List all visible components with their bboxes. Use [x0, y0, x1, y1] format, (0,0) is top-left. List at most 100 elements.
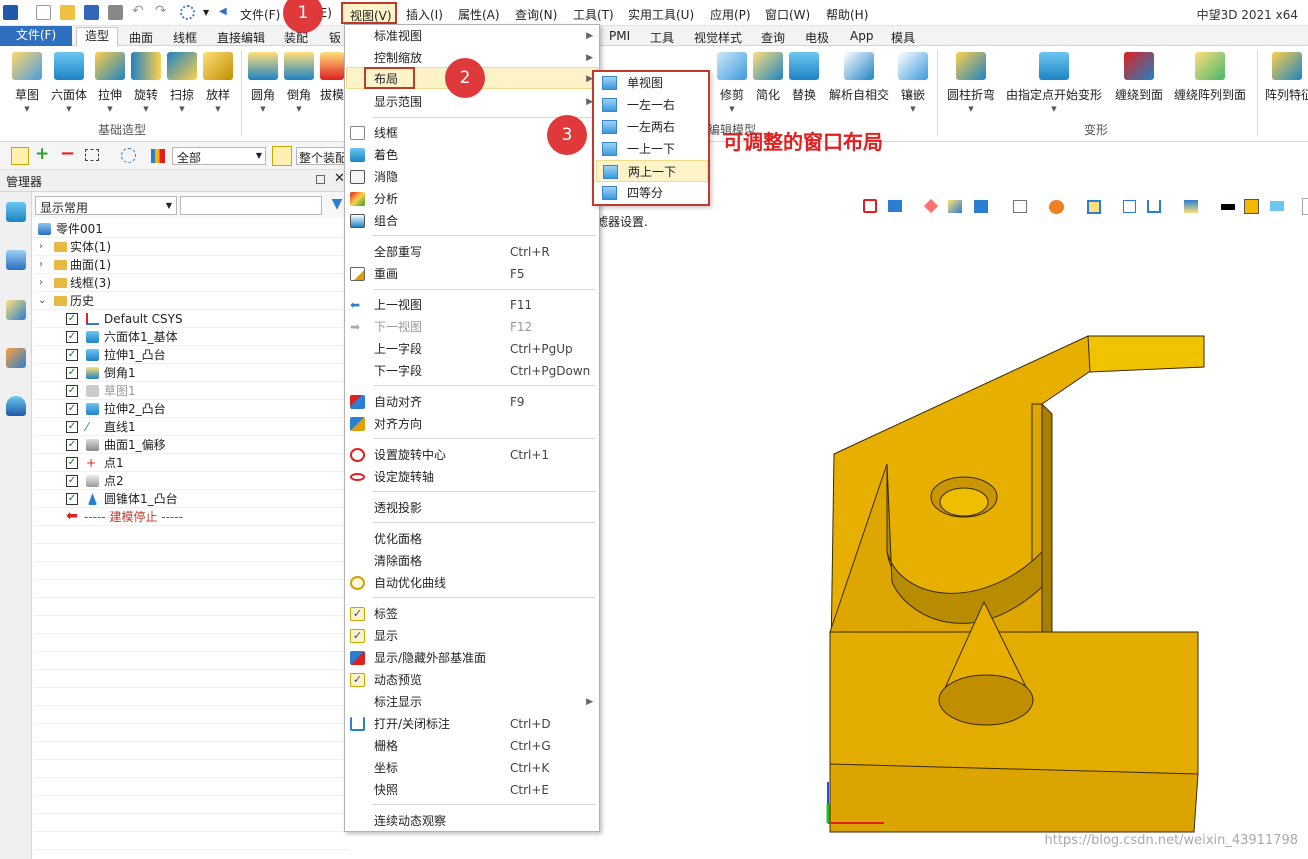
wire-cube-icon[interactable]: [1013, 200, 1027, 213]
visibility-checkbox[interactable]: ✓: [66, 421, 78, 433]
render-cube-icon[interactable]: [974, 200, 988, 213]
user-manager-icon[interactable]: [6, 396, 26, 416]
menu-query[interactable]: 查询(N): [515, 6, 557, 23]
visibility-checkbox[interactable]: ✓: [66, 367, 78, 379]
menu-item-next-view[interactable]: ➡ 下一视图 F12: [345, 316, 599, 338]
collapse-icon[interactable]: ⌄: [38, 292, 48, 310]
tree-item-box1[interactable]: ✓ 六面体1_基体: [34, 328, 350, 346]
visibility-checkbox[interactable]: ✓: [66, 493, 78, 505]
draft-button[interactable]: 拔模: [320, 52, 344, 103]
tree-item-wireframe[interactable]: › 线框(3): [34, 274, 350, 292]
menu-apps[interactable]: 应用(P): [710, 6, 751, 23]
visibility-checkbox[interactable]: ✓: [66, 475, 78, 487]
tree-item-offset1[interactable]: ✓ 曲面1_偏移: [34, 436, 350, 454]
line-color-icon[interactable]: [1221, 204, 1235, 210]
print-icon[interactable]: [108, 5, 123, 20]
tree-item-stop-marker[interactable]: ⬅ ----- 建模停止 -----: [34, 508, 350, 526]
face-color-icon[interactable]: [1244, 199, 1259, 214]
tab-wireframe[interactable]: 线框: [173, 29, 197, 46]
add-icon[interactable]: +: [35, 144, 49, 164]
extrude-button[interactable]: 拉伸 ▼: [95, 52, 125, 113]
remove-icon[interactable]: −: [60, 143, 75, 164]
trim-button[interactable]: 修剪 ▼: [717, 52, 747, 113]
visibility-checkbox[interactable]: ✓: [66, 331, 78, 343]
menu-item-auto-optimize-curve[interactable]: 自动优化曲线: [345, 572, 599, 594]
more-dropdown-icon[interactable]: ▼: [203, 8, 218, 23]
tab-modeling[interactable]: 造型: [76, 27, 118, 46]
tree-item-extrude1[interactable]: ✓ 拉伸1_凸台: [34, 346, 350, 364]
tree-item-history[interactable]: ⌄ 历史: [34, 292, 350, 310]
shade-cube-icon[interactable]: [948, 200, 962, 213]
chamfer-button[interactable]: 倒角 ▼: [284, 52, 314, 113]
new-file-icon[interactable]: [36, 5, 51, 20]
menu-item-repaint[interactable]: 重画 F5: [345, 263, 599, 285]
open-folder-icon[interactable]: [60, 5, 75, 20]
fillet-button[interactable]: 圆角 ▼: [248, 52, 278, 113]
visibility-checkbox[interactable]: ✓: [66, 313, 78, 325]
layout-single[interactable]: 单视图: [596, 72, 708, 94]
menu-item-optimize-mesh[interactable]: 优化面格: [345, 528, 599, 550]
selection-filter-combo[interactable]: 全部 ▼: [172, 147, 266, 165]
revolve-button[interactable]: 旋转 ▼: [131, 52, 161, 113]
cylinder-bend-button[interactable]: 圆柱折弯 ▼: [944, 52, 998, 113]
menu-scroll-left-icon[interactable]: ◀: [219, 6, 234, 21]
menu-item-continuous-orbit[interactable]: 连续动态观察: [345, 810, 599, 832]
menu-view[interactable]: 视图(V): [341, 2, 397, 24]
fit-icon[interactable]: [1087, 200, 1101, 214]
select-arrow-icon[interactable]: [11, 147, 29, 165]
menu-item-annotation-display[interactable]: 标注显示 ▶: [345, 691, 599, 713]
menu-item-display[interactable]: ✓ 显示: [345, 625, 599, 647]
box-select-icon[interactable]: [85, 149, 99, 161]
menu-item-align-direction[interactable]: 对齐方向: [345, 413, 599, 435]
menu-item-toggle-annotation[interactable]: 打开/关闭标注 Ctrl+D: [345, 713, 599, 735]
menu-utilities[interactable]: 实用工具(U): [628, 6, 694, 23]
tab-pmi[interactable]: PMI: [609, 29, 630, 43]
layer-icon[interactable]: [1184, 200, 1198, 213]
save-icon[interactable]: [84, 5, 99, 20]
tab-tools[interactable]: 工具: [650, 29, 674, 46]
layout-left-right[interactable]: 一左一右: [596, 94, 708, 116]
visibility-checkbox[interactable]: ✓: [66, 349, 78, 361]
menu-item-auto-align[interactable]: 自动对齐 F9: [345, 391, 599, 413]
history-manager-icon[interactable]: [6, 202, 26, 222]
menu-item-analysis[interactable]: 分析: [345, 188, 599, 210]
menu-help[interactable]: 帮助(H): [826, 6, 868, 23]
tab-surface[interactable]: 曲面: [129, 29, 153, 46]
menu-item-combo[interactable]: 组合: [345, 210, 599, 232]
expand-icon[interactable]: ›: [39, 238, 49, 256]
tree-item-point2[interactable]: ✓ 点2: [34, 472, 350, 490]
layout-one-left-two-right[interactable]: 一左两右: [596, 116, 708, 138]
manager-search-input[interactable]: [180, 196, 322, 215]
tab-inquire[interactable]: 查询: [761, 29, 785, 46]
menu-item-labels[interactable]: ✓ 标签: [345, 603, 599, 625]
inlay-button[interactable]: 镶嵌 ▼: [897, 52, 929, 113]
menu-item-snapshot[interactable]: 快照 Ctrl+E: [345, 779, 599, 801]
tree-item-line1[interactable]: ✓ ⁄ 直线1: [34, 418, 350, 436]
display-style-icon[interactable]: [1270, 201, 1284, 211]
loft-button[interactable]: 放样 ▼: [203, 52, 233, 113]
view-icon[interactable]: [1123, 200, 1136, 213]
menu-item-standard-view[interactable]: 标准视图 ▶: [345, 25, 599, 47]
filter-chart-icon[interactable]: [151, 149, 165, 163]
wrap-to-face-button[interactable]: 缠绕到面: [1112, 52, 1166, 103]
layout-top-bottom[interactable]: 一上一下: [596, 138, 708, 160]
simplify-button[interactable]: 简化: [753, 52, 783, 103]
visibility-checkbox[interactable]: ✓: [66, 385, 78, 397]
manager-filter-combo[interactable]: 显示常用 ▼: [35, 196, 177, 215]
lasso-icon[interactable]: [121, 148, 136, 163]
menu-item-rotation-axis[interactable]: 设定旋转轴: [345, 466, 599, 488]
menu-tools[interactable]: 工具(T): [573, 6, 614, 23]
image-manager-icon[interactable]: [6, 348, 26, 368]
tree-item-solids[interactable]: › 实体(1): [34, 238, 350, 256]
menu-item-hidden-line[interactable]: 消隐: [345, 166, 599, 188]
menu-item-rotation-center[interactable]: 设置旋转中心 Ctrl+1: [345, 444, 599, 466]
deform-from-point-button[interactable]: 由指定点开始变形 ▼: [1005, 52, 1103, 113]
tree-item-extrude2[interactable]: ✓ 拉伸2_凸台: [34, 400, 350, 418]
menu-insert[interactable]: 插入(I): [406, 6, 443, 23]
sweep-button[interactable]: 扫掠 ▼: [167, 52, 197, 113]
box-button[interactable]: 六面体 ▼: [50, 52, 88, 113]
tab-sheetmetal[interactable]: 钣: [329, 29, 341, 46]
menu-attribute[interactable]: 属性(A): [458, 6, 500, 23]
pattern-feature-button[interactable]: 阵列特征: [1265, 52, 1308, 103]
wrap-pattern-button[interactable]: 缠绕阵列到面: [1173, 52, 1247, 103]
